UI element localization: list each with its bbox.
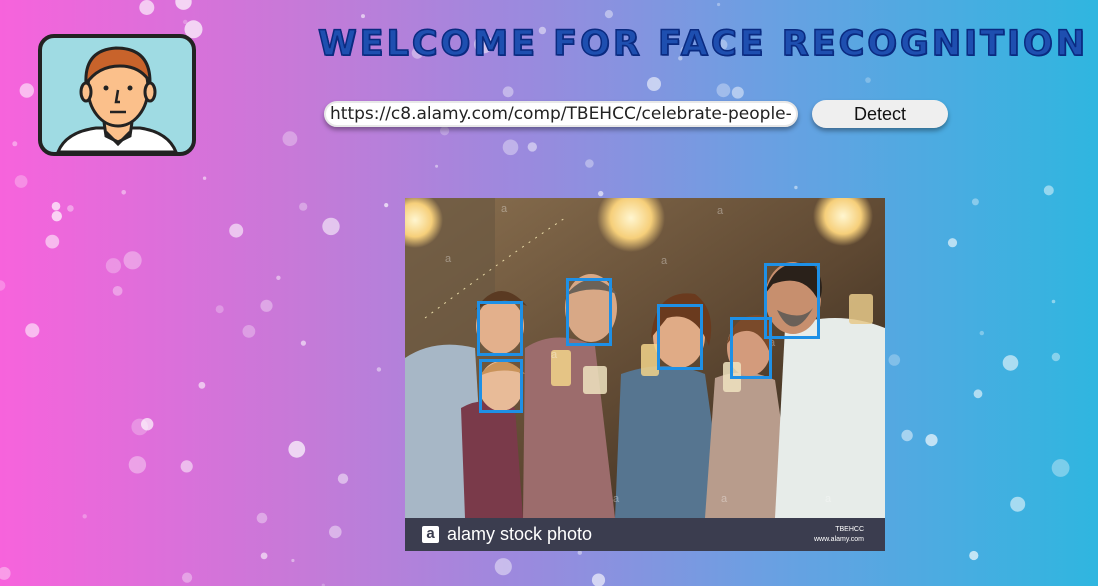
image-code-site: www.alamy.com <box>813 536 864 543</box>
svg-text:a: a <box>825 493 832 505</box>
svg-text:a: a <box>721 493 728 505</box>
svg-text:a: a <box>661 255 668 267</box>
face-box <box>477 301 523 356</box>
watermark-bar: a alamy stock photo TBEHCC www.alamy.com <box>405 518 885 551</box>
group-photo: aaa aaa aaa <box>405 198 885 518</box>
face-box <box>479 359 523 413</box>
alamy-logo-icon: a <box>422 526 439 543</box>
result-image: a a a a a a a a a a alamy stock photo TBEHCC w… <box>405 198 885 551</box>
page-title: WELCOME FOR FACE RECOGNITION <box>317 23 1089 65</box>
svg-text:a: a <box>445 253 452 265</box>
url-input[interactable] <box>324 101 798 127</box>
svg-text:a: a <box>501 203 508 215</box>
image-code: TBEHCC www.alamy.com <box>814 525 864 545</box>
face-box <box>566 278 612 346</box>
user-avatar-icon <box>36 32 198 158</box>
face-box <box>764 263 820 339</box>
svg-text:a: a <box>717 205 724 217</box>
face-box <box>657 304 703 370</box>
svg-text:a: a <box>613 493 620 505</box>
image-code-id: TBEHCC <box>835 526 864 533</box>
watermark-brand: alamy stock photo <box>447 524 593 544</box>
detect-button[interactable]: Detect <box>812 100 948 128</box>
svg-text:a: a <box>551 349 558 361</box>
